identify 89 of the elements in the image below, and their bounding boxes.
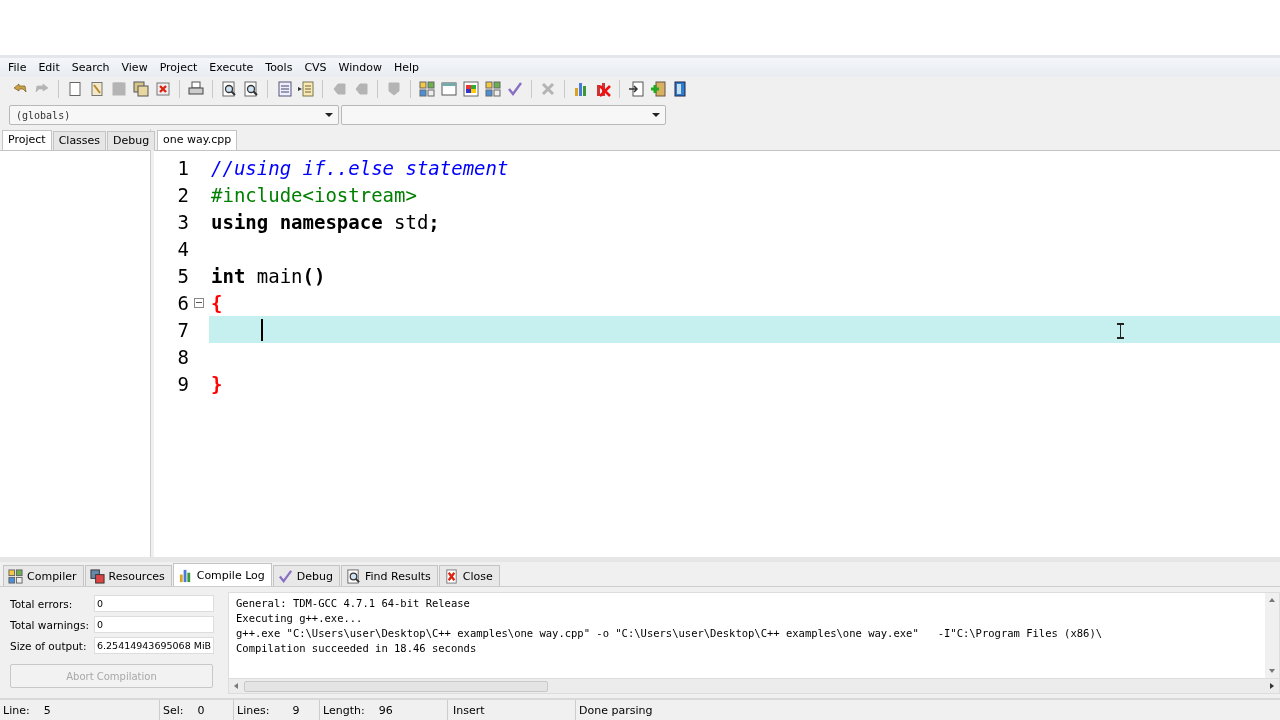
stat-field: 0 [94,595,214,612]
vertical-scrollbar[interactable] [1265,593,1279,678]
stat-field: 0 [94,616,214,633]
search-icon[interactable] [221,81,237,97]
check-icon [277,568,293,584]
dropdown-arrow-icon [652,113,660,117]
line-number: 2 [177,183,189,206]
menu-item[interactable]: Edit [32,61,66,74]
menu-item[interactable]: CVS [298,61,333,74]
code-line: #include<iostream> [211,183,417,206]
tab[interactable]: Compiler [3,565,84,586]
tab[interactable]: Debug [107,131,156,150]
ibeam-cursor-icon [1117,323,1124,339]
log-line: g++.exe "C:\Users\user\Desktop\C++ examples\one way.cpp" -o "C:\Users\user\Desktop\C++ examples\one way.exe" -I"C:\Program Files (x86)\ [236,626,1104,641]
add-icon[interactable] [650,81,666,97]
tab[interactable]: Resources [84,565,172,586]
menu-item[interactable]: Project [153,61,204,74]
status-label: Sel: [163,703,184,717]
unindent-icon[interactable] [298,81,314,97]
line-number: 6 [177,291,189,314]
tab[interactable]: Find Results [341,565,438,586]
indent-icon[interactable] [276,81,292,97]
code-line: using namespace std; [211,210,440,233]
grid-icon [8,568,23,584]
menu-item[interactable]: Window [332,61,388,74]
grid-icon[interactable] [419,81,435,97]
page-icon[interactable] [67,81,83,97]
status-value: 0 [197,703,205,717]
code-line: //using if..else statement [211,156,509,179]
code-line: { [211,291,223,314]
line-number: 7 [177,318,189,341]
status-value: 96 [378,703,393,717]
dropdown-arrow-icon [325,113,333,117]
import-icon[interactable] [628,81,644,97]
menu-item[interactable]: Execute [203,61,260,74]
save-all-icon[interactable] [133,81,149,97]
status-value: Insert [453,703,485,717]
search-icon [346,568,362,584]
stat-label: Total warnings: [10,618,90,631]
status-value: Done parsing [579,703,653,717]
line-number: 9 [177,372,189,395]
menu-item[interactable]: Help [387,61,426,74]
status-value: 5 [43,703,51,717]
log-line: Executing g++.exe... [236,611,364,626]
line-number: 5 [177,264,189,287]
chart-cross-icon[interactable] [595,81,611,97]
menu-item[interactable]: File [2,61,33,74]
tab[interactable]: Compile Log [172,563,272,586]
close-file-icon[interactable] [155,81,171,97]
tab[interactable]: Project [2,130,52,150]
text-cursor [261,318,263,341]
line-number: 1 [177,156,189,179]
status-label: Length: [323,703,365,717]
windows-icon [89,568,105,584]
stat-label: Total errors: [10,597,74,610]
fold-marker-icon[interactable] [194,297,204,308]
line-number: 3 [177,210,189,233]
line-number: 8 [177,345,189,368]
status-label: Lines: [237,703,270,717]
status-label: Line: [3,703,30,717]
line-number: 4 [177,237,189,260]
menu-item[interactable]: Search [65,61,116,74]
check-icon[interactable] [507,81,523,97]
code-line: } [211,372,223,395]
stat-label: Size of output: [10,639,88,652]
bar-chart-icon [177,567,193,583]
log-line: General: TDM-GCC 4.7.1 64-bit Release [236,596,471,611]
tab[interactable]: Close [438,565,500,586]
tab[interactable]: Classes [52,131,107,150]
horizontal-scrollbar[interactable] [229,678,1279,693]
scope-combo[interactable]: (globals) [9,105,339,125]
status-value: 9 [292,703,300,717]
bar-chart-icon[interactable] [573,81,589,97]
code-line: int main() [211,264,326,287]
search-icon[interactable] [243,81,259,97]
tab[interactable]: Debug [272,565,341,586]
code-editor[interactable]: 1 //using if..else statement 2 #include<iostream> 3 using namespace std; 4 5 int main() 6 { 7 8 9 } [154,150,1280,557]
close-icon [443,568,459,584]
printer-icon[interactable] [188,81,204,97]
log-line: Compilation succeeded in 18.46 seconds [236,641,478,656]
menu-item[interactable]: View [115,61,154,74]
color-grid-icon[interactable] [463,81,479,97]
open-file-icon[interactable] [89,81,105,97]
stat-field: 6.25414943695068 MiB [94,637,214,654]
grid-icon[interactable] [485,81,501,97]
window-icon[interactable] [441,81,457,97]
book-icon[interactable] [672,81,688,97]
tab[interactable]: one way.cpp [157,130,238,150]
menu-item[interactable]: Tools [259,61,299,74]
